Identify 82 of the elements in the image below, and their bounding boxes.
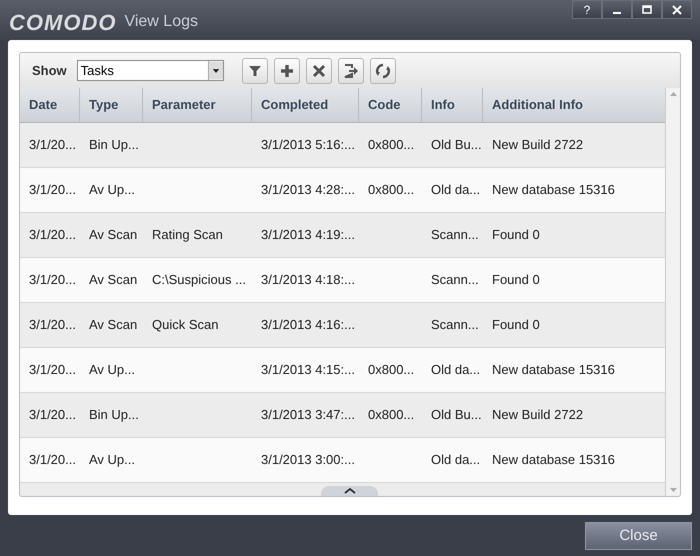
close-button[interactable]: Close [585, 522, 692, 550]
close-icon [672, 4, 682, 14]
table-cell: New database 15316 [492, 182, 615, 198]
filter-button[interactable] [242, 58, 268, 84]
column-header[interactable]: Date [29, 95, 58, 115]
table-cell: Rating Scan [152, 227, 223, 242]
table-cell: New Build 2722 [492, 407, 584, 422]
add-button[interactable] [274, 58, 300, 84]
table-cell: 3/1/2013 4:19:... [261, 227, 355, 242]
table-cell: Av Up... [89, 362, 136, 378]
app-logo: COMODO [9, 9, 116, 37]
table-cell: 0x800... [368, 407, 414, 422]
table-cell: Found 0 [492, 272, 540, 288]
table-cell: 3/1/20... [29, 182, 76, 198]
column-header[interactable]: Type [89, 95, 118, 115]
table-row[interactable]: 3/1/20... Av Up... 3/1/2013 4:15:... 0x800... Old da... New database 15316 [20, 348, 665, 393]
table-cell: Quick Scan [152, 317, 218, 332]
table-cell: Old Bu... [431, 137, 482, 152]
maximize-button[interactable] [632, 0, 662, 19]
table-cell: Found 0 [492, 227, 540, 242]
dropdown-arrow-icon [208, 61, 223, 80]
delete-button[interactable] [306, 58, 332, 84]
show-label: Show [32, 62, 67, 80]
plus-icon [278, 62, 295, 78]
table-cell: 3/1/20... [29, 452, 76, 468]
minimize-icon [613, 12, 621, 14]
table-cell: 3/1/20... [29, 272, 76, 288]
chevron-up-icon [344, 488, 356, 494]
table-cell: Av Up... [89, 452, 136, 468]
export-button[interactable] [338, 58, 364, 84]
table-cell: 3/1/20... [29, 317, 76, 332]
table-cell: Scann... [431, 227, 479, 242]
table-cell: 3/1/2013 3:47:... [261, 407, 355, 422]
table-cell: 3/1/20... [29, 137, 76, 152]
table-cell: Found 0 [492, 317, 540, 332]
close-window-button[interactable] [662, 0, 692, 19]
table-cell: Bin Up... [89, 137, 139, 152]
table-cell: Av Scan [89, 272, 138, 288]
table-cell: 0x800... [368, 137, 414, 152]
table-cell: 3/1/2013 4:28:... [261, 182, 355, 198]
table-cell: C:\Suspicious ... [152, 272, 246, 288]
table-cell: 0x800... [368, 362, 414, 378]
table-row[interactable]: 3/1/20... Av Up... 3/1/2013 3:00:... Old da... New database 15316 [20, 438, 665, 483]
table-cell: Old Bu... [431, 407, 482, 422]
table-cell: Old da... [431, 182, 480, 198]
refresh-icon [374, 62, 391, 78]
table-cell: Av Scan [89, 227, 138, 242]
maximize-icon [642, 4, 652, 14]
table-cell: New database 15316 [492, 362, 615, 378]
export-icon [342, 62, 359, 78]
table-cell: 3/1/20... [29, 407, 76, 422]
table-cell: Av Scan [89, 317, 138, 332]
table-cell: 3/1/20... [29, 227, 76, 242]
column-header[interactable]: Code [368, 95, 400, 115]
column-header[interactable]: Completed [261, 95, 328, 115]
minimize-button[interactable] [602, 0, 632, 19]
window-title: View Logs [124, 12, 198, 32]
table-cell: Old da... [431, 362, 480, 378]
table-cell: New Build 2722 [492, 137, 584, 152]
type-dropdown[interactable]: Tasks [76, 60, 224, 81]
table-cell: 3/1/2013 5:16:... [261, 137, 355, 152]
table-cell: Bin Up... [89, 407, 139, 422]
column-header[interactable]: Additional Info [492, 95, 583, 115]
table-cell: 3/1/2013 4:18:... [261, 272, 355, 288]
table-cell: New database 15316 [492, 452, 615, 468]
table-cell: Scann... [431, 272, 479, 288]
table-cell: Av Up... [89, 182, 136, 198]
column-header[interactable]: Parameter [152, 95, 216, 115]
table-cell: Scann... [431, 317, 479, 332]
table-cell: 3/1/2013 4:16:... [261, 317, 355, 332]
table-row[interactable]: 3/1/20... Av Scan C:\Suspicious ... 3/1/2013 4:18:... Scann... Found 0 [20, 258, 665, 303]
help-button[interactable]: ? [572, 0, 602, 19]
delete-icon [310, 62, 327, 78]
table-cell: 3/1/20... [29, 362, 76, 378]
table-cell: 0x800... [368, 182, 414, 198]
table-cell: 3/1/2013 4:15:... [261, 362, 355, 378]
refresh-button[interactable] [370, 58, 396, 84]
column-header[interactable]: Info [431, 95, 455, 115]
table-cell: 3/1/2013 3:00:... [261, 452, 355, 468]
collapse-tab[interactable] [321, 486, 378, 496]
table-cell: Old da... [431, 452, 480, 468]
table-row[interactable]: 3/1/20... Av Up... 3/1/2013 4:28:... 0x800... Old da... New database 15316 [20, 168, 665, 213]
